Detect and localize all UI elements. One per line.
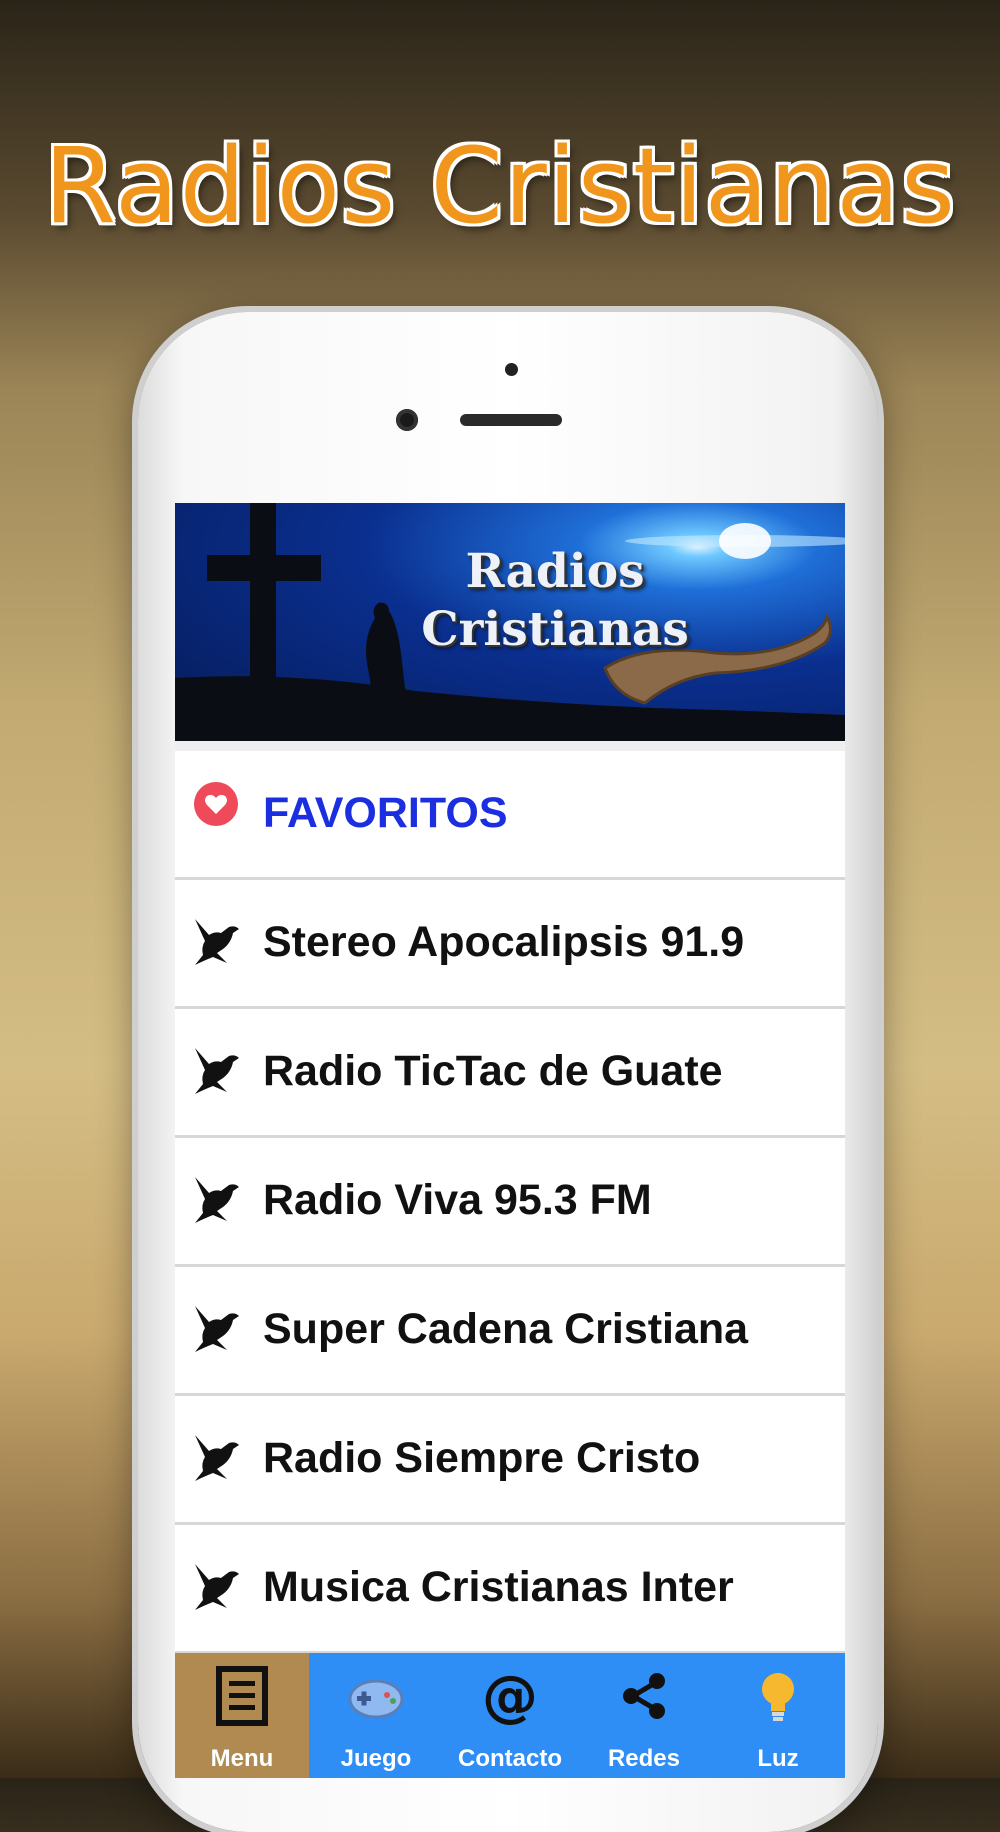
- tab-redes[interactable]: Redes: [577, 1653, 711, 1778]
- phone-sensor: [505, 363, 518, 376]
- tab-label: Contacto: [458, 1745, 562, 1772]
- list-item-station[interactable]: Stereo Apocalipsis 91.9: [175, 880, 845, 1009]
- share-icon: [623, 1673, 665, 1719]
- banner-title-line1: Radios: [465, 544, 645, 599]
- list-item-label: Radio Viva 95.3 FM: [263, 1176, 652, 1224]
- list-item-station[interactable]: Musica Cristianas Inter: [175, 1525, 845, 1654]
- phone-camera: [396, 409, 418, 431]
- app-screen: Radios Cristianas FAVORITOS Stereo Apoca…: [175, 503, 845, 1778]
- banner-title: Radios Cristianas: [405, 543, 705, 659]
- banner-title-line2: Cristianas: [421, 602, 689, 657]
- dove-icon: [195, 1177, 239, 1223]
- list-item-label: FAVORITOS: [263, 789, 508, 837]
- phone-speaker: [460, 414, 562, 426]
- tab-label: Juego: [340, 1745, 412, 1772]
- tab-contacto[interactable]: @ Contacto: [443, 1653, 577, 1778]
- menu-list-icon: [216, 1666, 268, 1726]
- tab-label: Redes: [607, 1745, 681, 1772]
- tab-label: Menu: [210, 1745, 274, 1772]
- list-item-label: Stereo Apocalipsis 91.9: [263, 918, 745, 966]
- list-item-label: Musica Cristianas Inter: [263, 1563, 734, 1611]
- bottom-tab-bar: Menu Juego @ Contacto Redes Luz: [175, 1653, 845, 1778]
- dove-icon: [195, 1435, 239, 1481]
- list-item-label: Super Cadena Cristiana: [263, 1305, 749, 1353]
- list-item-station[interactable]: Radio Viva 95.3 FM: [175, 1138, 845, 1267]
- list-item-station[interactable]: Super Cadena Cristiana: [175, 1267, 845, 1396]
- tab-label: Luz: [757, 1745, 799, 1772]
- lightbulb-icon: [762, 1673, 794, 1721]
- dove-icon: [195, 919, 239, 965]
- dove-icon: [195, 1048, 239, 1094]
- tab-juego[interactable]: Juego: [309, 1653, 443, 1778]
- heart-icon: [194, 782, 238, 826]
- list-item-station[interactable]: Radio TicTac de Guate: [175, 1009, 845, 1138]
- station-list: FAVORITOS Stereo Apocalipsis 91.9 Radio …: [175, 751, 845, 1654]
- promo-title: Radios Cristianas: [43, 125, 957, 247]
- header-banner: Radios Cristianas: [175, 503, 845, 741]
- tab-menu[interactable]: Menu: [175, 1653, 309, 1778]
- list-item-station[interactable]: Radio Siempre Cristo: [175, 1396, 845, 1525]
- svg-text:@: @: [482, 1665, 538, 1727]
- list-item-label: Radio Siempre Cristo: [263, 1434, 701, 1482]
- dove-icon: [195, 1306, 239, 1352]
- at-sign-icon: @: [482, 1665, 538, 1727]
- dove-icon: [195, 1564, 239, 1610]
- list-item-label: Radio TicTac de Guate: [263, 1047, 723, 1095]
- list-item-favoritos[interactable]: FAVORITOS: [175, 751, 845, 880]
- tab-luz[interactable]: Luz: [711, 1653, 845, 1778]
- gamepad-icon: [348, 1679, 404, 1719]
